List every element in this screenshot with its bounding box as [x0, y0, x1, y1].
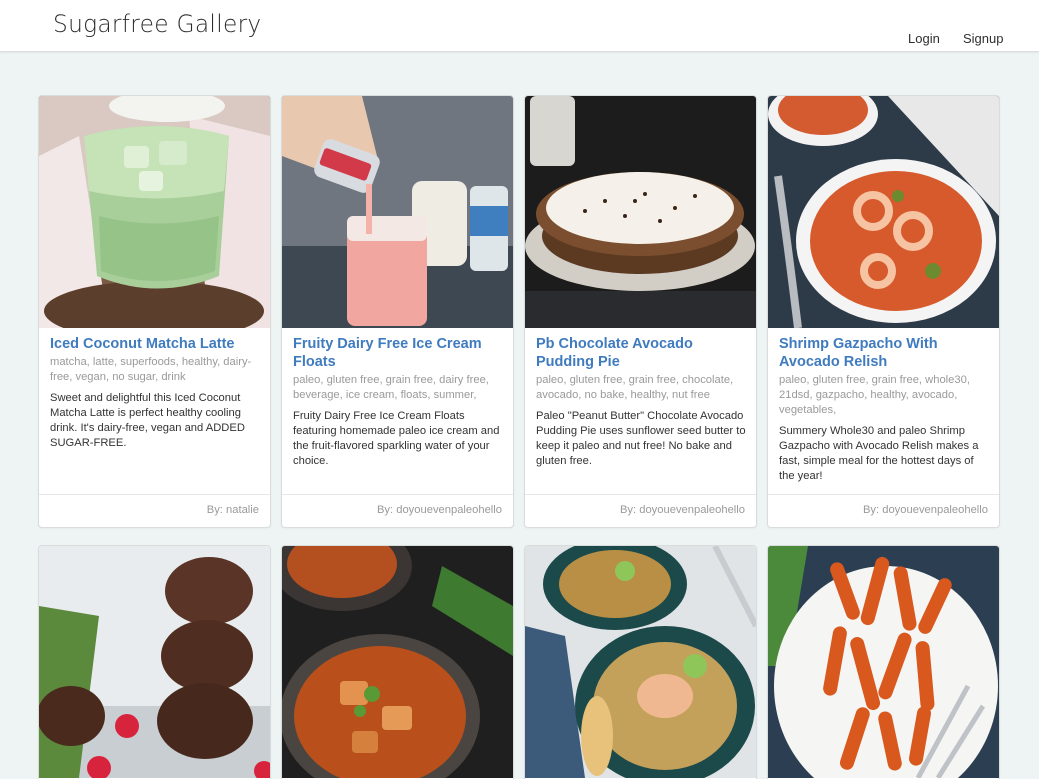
stew-bowl-image [282, 546, 513, 778]
recipe-author[interactable]: By: doyouevenpaleohello [863, 504, 988, 516]
signup-link[interactable]: Signup [963, 31, 1003, 46]
recipe-photo[interactable] [768, 96, 999, 328]
card-body: Pb Chocolate Avocado Pudding Pie paleo, … [536, 335, 748, 469]
ice-cream-float-image [282, 96, 513, 328]
recipe-title[interactable]: Pb Chocolate Avocado Pudding Pie [536, 335, 748, 371]
card-footer: By: doyouevenpaleohello [768, 494, 999, 527]
recipe-card[interactable]: Shrimp Gazpacho With Avocado Relish pale… [767, 95, 1000, 528]
recipe-card[interactable]: Fruity Dairy Free Ice Cream Floats paleo… [281, 95, 514, 528]
recipe-photo[interactable] [525, 546, 756, 778]
recipe-title[interactable]: Shrimp Gazpacho With Avocado Relish [779, 335, 991, 371]
recipe-card[interactable]: Pb Chocolate Avocado Pudding Pie paleo, … [524, 95, 757, 528]
site-logo[interactable]: Sugarfree Gallery [53, 10, 262, 38]
rice-plate-image [525, 546, 756, 778]
recipe-tags: paleo, gluten free, grain free, chocolat… [536, 374, 734, 401]
login-link[interactable]: Login [908, 31, 940, 46]
recipe-description: Sweet and delightful this Iced Coconut M… [50, 392, 245, 449]
card-footer: By: doyouevenpaleohello [282, 494, 513, 527]
card-body: Shrimp Gazpacho With Avocado Relish pale… [779, 335, 991, 484]
recipe-tags: matcha, latte, superfoods, healthy, dair… [50, 356, 252, 383]
recipe-photo[interactable] [768, 546, 999, 778]
matcha-latte-image [39, 96, 270, 328]
recipe-photo[interactable] [282, 546, 513, 778]
shrimp-gazpacho-image [768, 96, 999, 328]
recipe-description: Paleo "Peanut Butter" Chocolate Avocado … [536, 410, 746, 467]
card-footer: By: doyouevenpaleohello [525, 494, 756, 527]
card-body: Fruity Dairy Free Ice Cream Floats paleo… [293, 335, 505, 469]
recipe-description: Fruity Dairy Free Ice Cream Floats featu… [293, 410, 500, 467]
card-body: Iced Coconut Matcha Latte matcha, latte,… [50, 335, 262, 451]
recipe-photo[interactable] [282, 96, 513, 328]
recipe-photo[interactable] [39, 96, 270, 328]
recipe-card[interactable] [524, 545, 757, 779]
top-navbar: Sugarfree Gallery Login Signup [0, 0, 1039, 52]
recipe-card[interactable] [38, 545, 271, 779]
recipe-author[interactable]: By: doyouevenpaleohello [620, 504, 745, 516]
recipe-card[interactable] [281, 545, 514, 779]
recipe-card[interactable]: Iced Coconut Matcha Latte matcha, latte,… [38, 95, 271, 528]
recipe-photo[interactable] [39, 546, 270, 778]
recipe-description: Summery Whole30 and paleo Shrimp Gazpach… [779, 425, 979, 482]
recipe-tags: paleo, gluten free, grain free, dairy fr… [293, 374, 489, 401]
recipe-photo[interactable] [525, 96, 756, 328]
recipe-card[interactable] [767, 545, 1000, 779]
recipe-author[interactable]: By: natalie [207, 504, 259, 516]
recipe-author[interactable]: By: doyouevenpaleohello [377, 504, 502, 516]
roasted-carrots-image [768, 546, 999, 778]
card-footer: By: natalie [39, 494, 270, 527]
pudding-pie-image [525, 96, 756, 328]
recipe-title[interactable]: Iced Coconut Matcha Latte [50, 335, 262, 353]
recipe-title[interactable]: Fruity Dairy Free Ice Cream Floats [293, 335, 505, 371]
recipe-tags: paleo, gluten free, grain free, whole30,… [779, 374, 970, 416]
muffins-image [39, 546, 270, 778]
